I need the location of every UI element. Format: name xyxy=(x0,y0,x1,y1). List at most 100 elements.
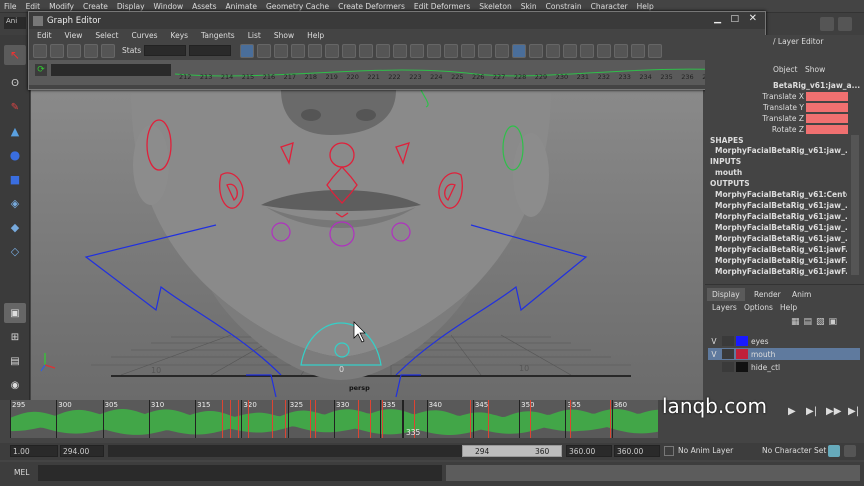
graph-editor-titlebar[interactable]: Graph Editor ▁ □ ✕ xyxy=(29,12,765,29)
command-language-label[interactable]: MEL xyxy=(14,468,29,477)
clamped-tangent-icon[interactable] xyxy=(325,43,340,58)
graph-menu-edit[interactable]: Edit xyxy=(37,31,52,40)
menu-display[interactable]: Display xyxy=(117,2,145,11)
key-marker[interactable] xyxy=(530,400,531,438)
start-time-field[interactable]: 1.00 xyxy=(10,445,58,457)
dope-sheet-icon[interactable] xyxy=(631,43,646,58)
menu-file[interactable]: File xyxy=(4,2,17,11)
move-tool-icon[interactable]: ▲ xyxy=(4,121,26,141)
graph-menu-help[interactable]: Help xyxy=(307,31,324,40)
key-marker[interactable] xyxy=(358,400,359,438)
menu-geometry-cache[interactable]: Geometry Cache xyxy=(266,2,329,11)
graph-layout-icon[interactable]: ◉ xyxy=(4,375,26,395)
step-tangent-icon[interactable] xyxy=(376,43,391,58)
go-to-end-icon[interactable]: ▶| xyxy=(848,406,859,417)
scale-tool-icon[interactable]: ■ xyxy=(4,169,26,189)
buffer-curve-icon[interactable] xyxy=(478,43,493,58)
layer-action-icons[interactable]: ▦▤▧▣ xyxy=(791,317,841,327)
range-bar[interactable]: 294 360 xyxy=(462,445,562,457)
output-node[interactable]: MorphyFacialBetaRig_v61:jawF... xyxy=(715,267,847,276)
region-icon[interactable] xyxy=(84,43,98,58)
graph-menu-select[interactable]: Select xyxy=(95,31,118,40)
attr-translate-z[interactable]: Translate Z xyxy=(705,114,862,124)
menu-help[interactable]: Help xyxy=(637,2,654,11)
auto-tangent-icon[interactable] xyxy=(291,43,306,58)
graph-menu-curves[interactable]: Curves xyxy=(131,31,157,40)
key-marker[interactable] xyxy=(230,400,231,438)
toggle-panel-icon[interactable] xyxy=(820,17,834,31)
graph-menu-view[interactable]: View xyxy=(65,31,83,40)
flat-tangent-icon[interactable] xyxy=(359,43,374,58)
channel-tab-show[interactable]: Show xyxy=(805,65,825,74)
key-marker[interactable] xyxy=(310,400,311,438)
anim-end-field[interactable]: 360.00 xyxy=(614,445,660,457)
menu-edit-deformers[interactable]: Edit Deformers xyxy=(414,2,470,11)
stats-field-1[interactable] xyxy=(144,45,187,56)
auto-key-icon[interactable] xyxy=(828,445,840,457)
minimize-icon[interactable]: ▁ xyxy=(714,14,721,24)
select-tool-icon[interactable]: ↖ xyxy=(4,45,26,65)
output-node[interactable]: MorphyFacialBetaRig_v61:Center xyxy=(715,190,847,199)
lock-weight-icon[interactable] xyxy=(461,43,476,58)
manipulator-icon[interactable]: ◈ xyxy=(4,193,26,213)
unify-tangent-icon[interactable] xyxy=(427,43,442,58)
frame-playback-icon[interactable] xyxy=(274,43,289,58)
insert-key-icon[interactable] xyxy=(50,43,64,58)
menu-create[interactable]: Create xyxy=(83,2,108,11)
move-key-icon[interactable] xyxy=(33,43,47,58)
key-marker[interactable] xyxy=(222,400,223,438)
frame-selection-icon[interactable] xyxy=(257,43,272,58)
free-weight-icon[interactable] xyxy=(444,43,459,58)
linear-tangent-icon[interactable] xyxy=(342,43,357,58)
channel-tab-object[interactable]: Object xyxy=(773,65,797,74)
graph-menu-tangents[interactable]: Tangents xyxy=(201,31,235,40)
attr-rotate-z[interactable]: Rotate Z xyxy=(705,125,862,135)
single-view-icon[interactable]: ▣ xyxy=(4,303,26,323)
snap-icon[interactable] xyxy=(512,43,527,58)
post-infinity-icon[interactable] xyxy=(546,43,561,58)
menu-skeleton[interactable]: Skeleton xyxy=(479,2,511,11)
step-forward-icon[interactable]: ▶▶ xyxy=(826,406,841,417)
break-tangent-icon[interactable] xyxy=(410,43,425,58)
cycle-offset-icon[interactable] xyxy=(580,43,595,58)
anim-layer-menu[interactable]: No Anim Layer xyxy=(678,446,733,455)
outliner-filter-field[interactable] xyxy=(51,64,171,76)
graph-menu-show[interactable]: Show xyxy=(274,31,294,40)
paint-select-icon[interactable]: ✎ xyxy=(4,97,26,117)
menu-window[interactable]: Window xyxy=(154,2,184,11)
current-time-marker[interactable] xyxy=(402,400,404,438)
menu-assets[interactable]: Assets xyxy=(192,2,216,11)
oscillate-icon[interactable] xyxy=(597,43,612,58)
swap-buffer-icon[interactable] xyxy=(495,43,510,58)
layer-row-eyes[interactable]: V eyes xyxy=(708,335,860,347)
menu-animate[interactable]: Animate xyxy=(226,2,257,11)
channel-scrollbar[interactable] xyxy=(851,135,859,275)
preferences-icon[interactable] xyxy=(844,445,856,457)
graph-menu-keys[interactable]: Keys xyxy=(171,31,189,40)
pre-infinity-icon[interactable] xyxy=(529,43,544,58)
soft-mod-icon[interactable]: ◆ xyxy=(4,217,26,237)
attr-translate-x[interactable]: Translate X xyxy=(705,92,862,102)
layer-menu-help[interactable]: Help xyxy=(780,303,797,312)
key-marker[interactable] xyxy=(470,400,471,438)
rotate-tool-icon[interactable]: ● xyxy=(4,145,26,165)
menu-create-deformers[interactable]: Create Deformers xyxy=(338,2,405,11)
key-marker[interactable] xyxy=(382,400,383,438)
lasso-tool-icon[interactable]: ʘ xyxy=(4,73,26,93)
output-node[interactable]: MorphyFacialBetaRig_v61:jaw_... xyxy=(715,234,847,243)
output-node[interactable]: MorphyFacialBetaRig_v61:jawF... xyxy=(715,256,847,265)
output-node[interactable]: MorphyFacialBetaRig_v61:jaw_... xyxy=(715,212,847,221)
outliner-layout-icon[interactable]: ▤ xyxy=(4,351,26,371)
maximize-icon[interactable]: □ xyxy=(730,14,739,24)
last-tool-icon[interactable]: ◇ xyxy=(4,241,26,261)
key-marker[interactable] xyxy=(272,400,273,438)
linear-extrapolate-icon[interactable] xyxy=(614,43,629,58)
anim-start-field[interactable]: 294.00 xyxy=(60,445,104,457)
output-node[interactable]: MorphyFacialBetaRig_v61:jawF... xyxy=(715,245,847,254)
layer-tab-anim[interactable]: Anim xyxy=(787,288,816,301)
output-node[interactable]: MorphyFacialBetaRig_v61:jaw_... xyxy=(715,201,847,210)
plateau-tangent-icon[interactable] xyxy=(393,43,408,58)
graph-menu-list[interactable]: List xyxy=(248,31,261,40)
layer-row-hide-ctl[interactable]: hide_ctl xyxy=(708,361,860,373)
end-time-field[interactable]: 360.00 xyxy=(566,445,612,457)
